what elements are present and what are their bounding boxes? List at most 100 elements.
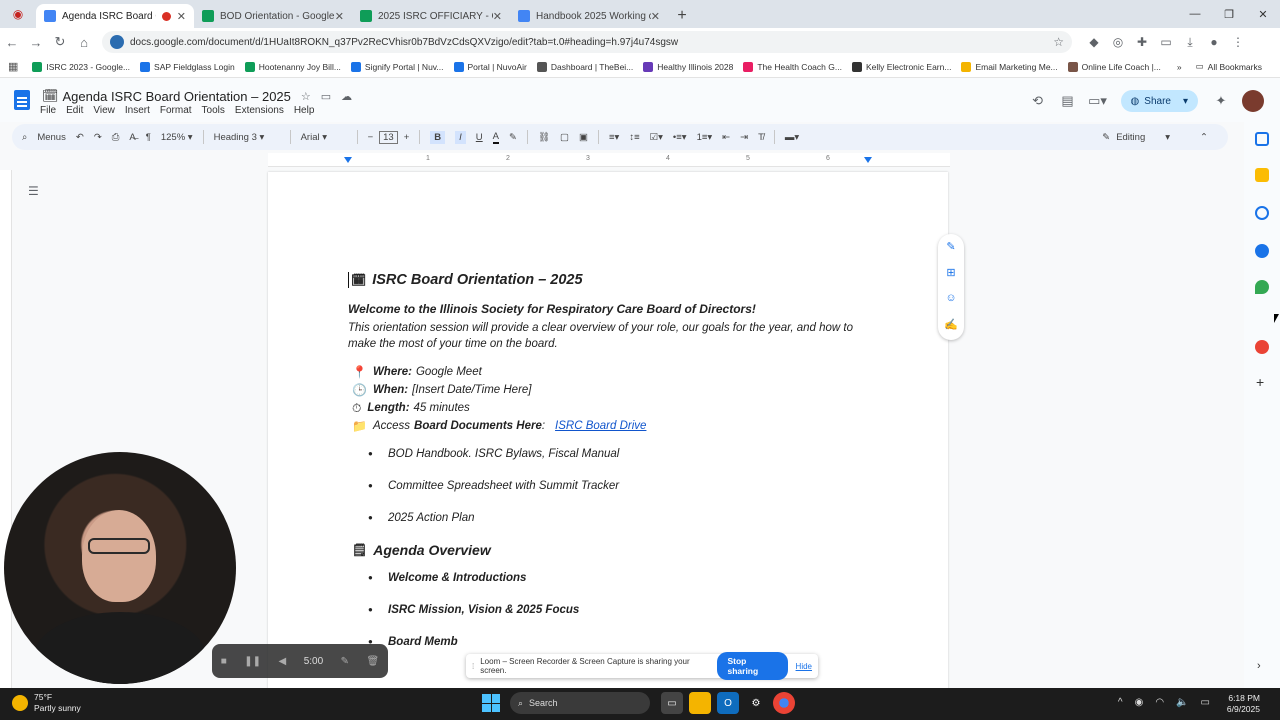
restore-icon[interactable]: ❐ xyxy=(1212,8,1246,21)
bookmark-item[interactable]: Signify Portal | Nuv... xyxy=(350,61,444,72)
chatgpt-icon[interactable]: ⚙ xyxy=(745,692,767,714)
tab-search-icon[interactable]: ◉ xyxy=(0,0,36,28)
forward-icon[interactable]: → xyxy=(24,35,48,50)
maps-icon[interactable] xyxy=(1255,280,1269,294)
menus-search[interactable]: Menus xyxy=(37,132,66,143)
site-info-icon[interactable] xyxy=(110,35,124,49)
left-indent-marker[interactable] xyxy=(344,157,352,163)
add-comment-icon[interactable]: ▢ xyxy=(560,132,569,143)
stop-recording-icon[interactable]: ■ xyxy=(221,656,227,667)
wifi-icon[interactable]: ◠ xyxy=(1155,697,1164,708)
print-icon[interactable]: ⎙ xyxy=(112,132,120,143)
document-outline-icon[interactable]: ☰ xyxy=(28,184,39,198)
menu-view[interactable]: View xyxy=(93,105,115,116)
hide-link[interactable]: Hide xyxy=(796,662,812,671)
close-tab-icon[interactable]: ✕ xyxy=(493,10,502,23)
bookmark-item[interactable]: The Health Coach G... xyxy=(743,61,842,72)
weather-widget[interactable]: 75°F Partly sunny xyxy=(12,692,81,714)
highlight-icon[interactable]: ✎ xyxy=(509,132,517,143)
chrome-icon[interactable] xyxy=(773,692,795,714)
bookmark-item[interactable]: Portal | NuvoAir xyxy=(453,61,527,72)
search-menus-icon[interactable]: ⌕ xyxy=(22,132,27,143)
menu-format[interactable]: Format xyxy=(160,105,192,116)
calendar-icon[interactable] xyxy=(1255,132,1269,146)
bookmark-item[interactable]: Online Life Coach |... xyxy=(1067,61,1161,72)
new-tab-icon[interactable]: + xyxy=(668,4,696,28)
task-view-icon[interactable]: ▭ xyxy=(661,692,683,714)
line-spacing-icon[interactable]: ↕≡ xyxy=(629,132,639,143)
bookmark-star-icon[interactable]: ☆ xyxy=(1053,35,1064,49)
paint-format-icon[interactable]: ¶ xyxy=(146,132,151,143)
delete-recording-icon[interactable]: 🗑 xyxy=(367,656,380,667)
isrc-board-drive-link[interactable]: ISRC Board Drive xyxy=(555,420,646,432)
battery-icon[interactable]: ▭ xyxy=(1201,697,1210,708)
bookmark-item[interactable]: Healthy Illinois 2028 xyxy=(643,61,733,72)
right-indent-marker[interactable] xyxy=(864,157,872,163)
tab-agenda[interactable]: Agenda ISRC Board Or ✕ xyxy=(36,4,194,28)
move-folder-icon[interactable]: ▭ xyxy=(321,91,341,103)
close-tab-icon[interactable]: ✕ xyxy=(335,10,344,23)
decrease-font-size-icon[interactable]: − xyxy=(368,132,374,143)
comments-icon[interactable]: ▤ xyxy=(1053,93,1083,109)
editing-mode-select[interactable]: ✎ Editing ▾ xyxy=(1102,132,1170,143)
version-history-icon[interactable]: ⟲ xyxy=(1023,93,1053,109)
text-color-icon[interactable]: A xyxy=(492,131,500,144)
undo-icon[interactable]: ↶ xyxy=(76,132,84,143)
increase-indent-icon[interactable]: ⇥ xyxy=(740,132,748,143)
menu-tools[interactable]: Tools xyxy=(202,105,225,116)
extension-icon[interactable]: ◎ xyxy=(1106,35,1130,50)
extension-icon[interactable]: ◆ xyxy=(1082,35,1106,50)
profile-avatar-icon[interactable]: ● xyxy=(1202,35,1226,50)
redo-icon[interactable]: ↷ xyxy=(94,132,102,143)
home-icon[interactable]: ⌂ xyxy=(72,35,96,50)
cast-icon[interactable]: ▭ xyxy=(1154,35,1178,50)
volume-icon[interactable]: 🔈 xyxy=(1176,697,1188,708)
meet-icon[interactable]: ▭▾ xyxy=(1083,93,1113,109)
share-button[interactable]: ◍ Share ▾ xyxy=(1120,90,1198,112)
menu-file[interactable]: File xyxy=(40,105,56,116)
menu-help[interactable]: Help xyxy=(294,105,315,116)
menu-insert[interactable]: Insert xyxy=(125,105,150,116)
italic-icon[interactable]: I xyxy=(455,130,466,144)
font-select[interactable]: Arial ▾ xyxy=(301,132,347,143)
font-size-input[interactable]: 13 xyxy=(379,130,398,144)
outlook-icon[interactable]: O xyxy=(717,692,739,714)
decrease-indent-icon[interactable]: ⇤ xyxy=(722,132,730,143)
reload-icon[interactable]: ↻ xyxy=(48,34,72,50)
close-tab-icon[interactable]: ✕ xyxy=(651,10,660,23)
avatar[interactable] xyxy=(1242,90,1264,112)
close-window-icon[interactable]: ✕ xyxy=(1246,8,1280,21)
download-icon[interactable]: ⤓ xyxy=(1178,35,1202,50)
document-page[interactable]: 🗓 ISRC Board Orientation – 2025 Welcome … xyxy=(268,172,948,692)
minimize-icon[interactable]: — xyxy=(1178,8,1212,20)
show-hidden-icons-icon[interactable]: ^ xyxy=(1118,697,1123,708)
checklist-icon[interactable]: ☑▾ xyxy=(650,132,663,143)
hide-menus-icon[interactable]: ⌃ xyxy=(1200,132,1208,143)
bookmark-item[interactable]: SAP Fieldglass Login xyxy=(140,61,235,72)
add-addon-icon[interactable]: + xyxy=(1256,374,1264,390)
restart-icon[interactable]: ◀ xyxy=(279,656,287,667)
tab-officiary[interactable]: 2025 ISRC OFFICIARY - Googl ✕ xyxy=(352,4,510,28)
underline-icon[interactable]: U xyxy=(476,132,483,143)
chevron-right-icon[interactable]: › xyxy=(1257,660,1261,672)
emoji-reaction-icon[interactable]: ☺ xyxy=(944,292,958,306)
bookmark-item[interactable]: ISRC 2023 - Google... xyxy=(32,61,130,72)
align-icon[interactable]: ≡▾ xyxy=(609,132,619,143)
taskbar-clock[interactable]: 6:18 PM 6/9/2025 xyxy=(1227,693,1260,715)
tab-handbook[interactable]: Handbook 2025 Working cop ✕ xyxy=(510,4,668,28)
back-icon[interactable]: ← xyxy=(0,35,24,50)
tab-bod-orientation[interactable]: BOD Orientation - Google Dr ✕ xyxy=(194,4,352,28)
all-bookmarks-folder[interactable]: ▭ All Bookmarks xyxy=(1196,61,1262,72)
style-select[interactable]: Heading 3 ▾ xyxy=(214,132,280,143)
star-icon[interactable]: ☆ xyxy=(301,91,321,103)
tasks-icon[interactable] xyxy=(1255,206,1269,220)
bulleted-list-icon[interactable]: •≡▾ xyxy=(673,132,687,143)
windows-start-icon[interactable] xyxy=(482,694,500,712)
bookmark-item[interactable]: Dashboard | TheBei... xyxy=(536,61,633,72)
apps-grid-icon[interactable]: ▦ xyxy=(8,60,18,73)
add-comment-icon[interactable]: ⊞ xyxy=(944,266,958,280)
taskbar-search-input[interactable]: ⌕ Search xyxy=(510,692,650,714)
webcam-bubble[interactable] xyxy=(4,452,236,684)
suggest-edits-icon[interactable]: ✍ xyxy=(944,318,958,332)
stop-sharing-button[interactable]: Stop sharing xyxy=(717,652,788,680)
